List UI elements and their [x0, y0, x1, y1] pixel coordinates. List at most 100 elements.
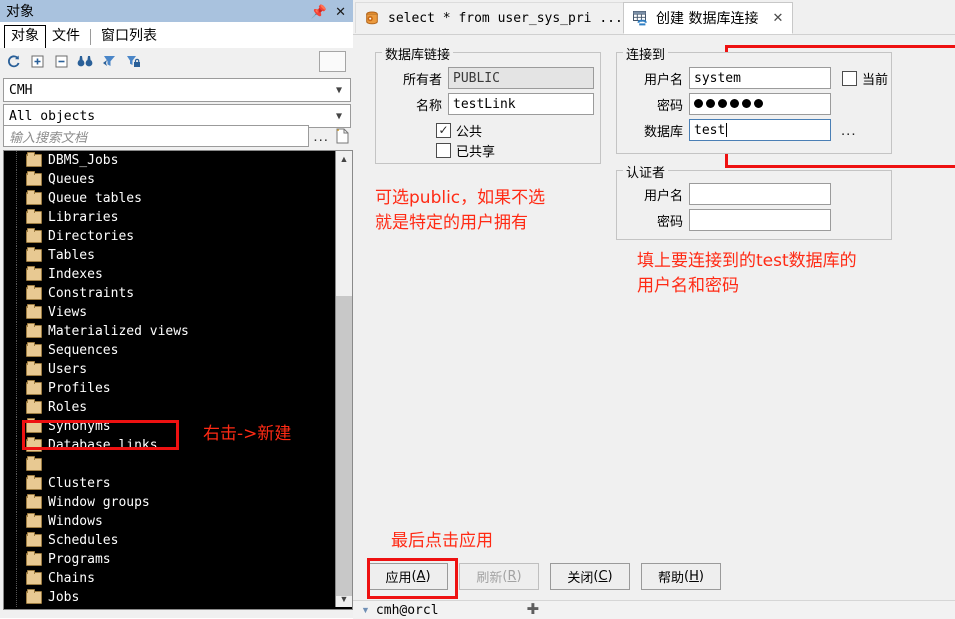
tree-item[interactable]: Queue tables: [4, 189, 334, 208]
connect-database-value: test: [694, 122, 726, 138]
auth-username-label: 用户名: [643, 188, 683, 204]
chevron-down-icon[interactable]: ▼: [328, 85, 350, 96]
close-button[interactable]: 关闭(C): [550, 563, 630, 590]
tree-vertical-scrollbar[interactable]: ▲ ▼: [335, 151, 352, 607]
folder-icon: [26, 399, 42, 414]
public-checkbox[interactable]: ✓ 公共: [436, 121, 482, 140]
password-dot: [706, 98, 715, 108]
filter-icon[interactable]: [98, 51, 120, 71]
tree-item[interactable]: Directories: [4, 227, 334, 246]
tree-item[interactable]: Queues: [4, 170, 334, 189]
expand-all-icon[interactable]: [26, 51, 48, 71]
scroll-down-arrow[interactable]: ▼: [336, 591, 352, 607]
tree-item[interactable]: Programs: [4, 550, 334, 569]
connect-username-input[interactable]: system: [689, 67, 831, 89]
tree-item[interactable]: Materialized views: [4, 322, 334, 341]
tree-item-label: Roles: [48, 400, 88, 415]
tree-guide-line: [16, 341, 17, 360]
panel-options-button[interactable]: [319, 50, 346, 72]
connect-password-value-masked: [690, 97, 766, 112]
connect-database-row: 数据库 test ...: [621, 119, 857, 141]
close-icon[interactable]: ✕: [335, 5, 346, 18]
tree-item[interactable]: Views: [4, 303, 334, 322]
refresh-icon[interactable]: [2, 51, 24, 71]
tab-window-list[interactable]: 窗口列表: [95, 26, 163, 48]
tree-item[interactable]: Users: [4, 360, 334, 379]
tab-objects[interactable]: 对象: [4, 25, 46, 49]
checkbox-box[interactable]: [842, 70, 857, 86]
tree-item[interactable]: Window groups: [4, 493, 334, 512]
tree-guide-line: [16, 417, 17, 436]
search-more-button[interactable]: ...: [309, 128, 333, 145]
annotation-connect-note: 填上要连接到的test数据库的 用户名和密码: [637, 251, 857, 296]
auth-password-input[interactable]: [689, 209, 831, 231]
application-window: 对象 📌 ✕ 对象 文件 窗口列表 CMH ▼ All objects ▼ 输入…: [0, 0, 955, 619]
search-input-placeholder: 输入搜索文档: [9, 130, 88, 146]
tree-item[interactable]: Constraints: [4, 284, 334, 303]
schema-combo[interactable]: CMH ▼: [3, 78, 351, 102]
apply-button[interactable]: 应用(A): [368, 563, 448, 590]
connect-to-group-legend: 连接到: [623, 44, 669, 63]
tree-item[interactable]: Sequences: [4, 341, 334, 360]
connect-password-input[interactable]: [689, 93, 831, 115]
tree-item[interactable]: Schedules: [4, 531, 334, 550]
editor-tab-create-dblink[interactable]: 创建 数据库连接 ✕: [623, 2, 794, 34]
checkbox-box[interactable]: [436, 143, 451, 158]
tree-item-label: Constraints: [48, 286, 135, 301]
tree-item[interactable]: Jobs: [4, 588, 334, 607]
scrollbar-thumb[interactable]: [336, 296, 352, 596]
object-tree-body[interactable]: DBMS_Jobs Queues Queue tables Libraries Dire…: [4, 151, 334, 607]
help-button-text: 帮助: [658, 571, 685, 586]
annotation-public-note: 可选public，如果不选 就是特定的用户拥有: [375, 188, 546, 233]
close-button-accel: C: [598, 569, 608, 584]
database-object-icon: [365, 11, 382, 26]
current-checkbox[interactable]: 当前: [842, 69, 888, 88]
tree-item-label: Windows: [48, 514, 103, 529]
status-connection: cmh@orcl: [375, 602, 439, 618]
owner-field: PUBLIC: [448, 67, 594, 89]
pin-icon[interactable]: 📌: [311, 5, 327, 18]
tree-item[interactable]: Roles: [4, 398, 334, 417]
tree-guide-line: [16, 227, 17, 246]
tree-item-label: Clusters: [48, 476, 111, 491]
object-tree[interactable]: DBMS_Jobs Queues Queue tables Libraries Dire…: [3, 150, 353, 610]
folder-icon: [26, 494, 42, 509]
tree-item[interactable]: Chains: [4, 569, 334, 588]
plus-icon[interactable]: ✚: [527, 602, 540, 617]
connect-database-label: 数据库: [643, 124, 683, 140]
search-input[interactable]: 输入搜索文档: [3, 125, 310, 147]
chevron-down-icon[interactable]: ▼: [328, 111, 350, 122]
tab-files[interactable]: 文件: [46, 26, 86, 48]
close-icon[interactable]: ✕: [772, 11, 783, 26]
auth-username-row: 用户名: [621, 183, 831, 205]
tree-item[interactable]: Profiles: [4, 379, 334, 398]
tree-item[interactable]: DBMS_Jobs: [4, 151, 334, 170]
collapse-all-icon[interactable]: [50, 51, 72, 71]
tree-guide-line: [16, 303, 17, 322]
tree-item[interactable]: Tables: [4, 246, 334, 265]
objects-dock-panel: 对象 📌 ✕ 对象 文件 窗口列表 CMH ▼ All objects ▼ 输入…: [0, 0, 353, 618]
editor-tab-sql[interactable]: select * from user_sys_pri ...: [355, 2, 633, 33]
caret-down-icon[interactable]: ▼: [361, 605, 370, 615]
tree-guide-line: [16, 588, 17, 607]
shared-checkbox[interactable]: 已共享: [436, 141, 495, 160]
tree-item[interactable]: Clusters: [4, 474, 334, 493]
tree-item[interactable]: Libraries: [4, 208, 334, 227]
tree-item[interactable]: Indexes: [4, 265, 334, 284]
new-document-icon[interactable]: [333, 128, 351, 144]
scroll-up-arrow[interactable]: ▲: [336, 151, 352, 167]
tree-item-label: Users: [48, 362, 88, 377]
find-icon[interactable]: [74, 51, 96, 71]
auth-username-input[interactable]: [689, 183, 831, 205]
name-input[interactable]: testLink: [448, 93, 594, 115]
tree-item[interactable]: [4, 455, 334, 474]
folder-icon: [26, 551, 42, 566]
connect-database-input[interactable]: test: [689, 119, 831, 141]
database-browse-button[interactable]: ...: [841, 122, 857, 139]
tree-item[interactable]: Windows: [4, 512, 334, 531]
checkbox-box[interactable]: ✓: [436, 123, 451, 138]
schema-combo-value: CMH: [9, 82, 33, 98]
help-button[interactable]: 帮助(H): [641, 563, 721, 590]
filter-lock-icon[interactable]: [122, 51, 144, 71]
tree-item-label: Tables: [48, 248, 95, 263]
